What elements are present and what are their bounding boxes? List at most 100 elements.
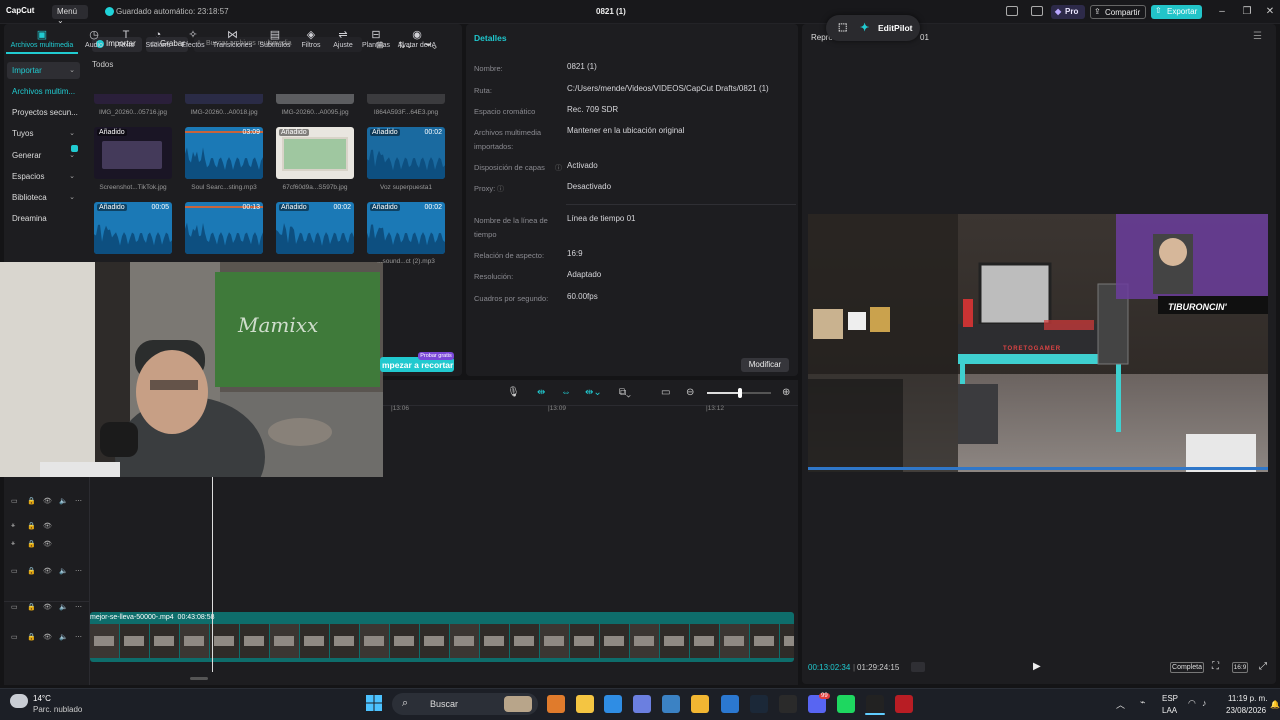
network-icon[interactable]: ⌁ <box>1140 697 1145 708</box>
zoom-in-icon[interactable]: ⊕ <box>782 387 790 398</box>
eye-icon[interactable]: 👁 <box>43 522 52 530</box>
steam-icon[interactable] <box>750 695 768 713</box>
outlook-icon[interactable] <box>691 695 709 713</box>
chrome-icon[interactable] <box>721 695 739 713</box>
microphone-icon[interactable]: 🎙 <box>507 387 520 398</box>
more-icon[interactable]: ⋯ <box>75 633 82 641</box>
media-thumb[interactable]: 03:09 <box>185 127 263 179</box>
info-icon[interactable]: ⓘ <box>555 163 562 173</box>
speaker-icon[interactable]: 🔈 <box>59 567 68 575</box>
sidebar-item-2[interactable]: Proyectos secun... <box>7 104 80 121</box>
zoom-out-icon[interactable]: ⊖ <box>686 387 694 398</box>
sidebar-item-6[interactable]: Biblioteca ⌄ <box>7 189 80 206</box>
input-language[interactable]: ESP <box>1162 694 1178 703</box>
media-thumb[interactable]: Añadido 00:05 <box>94 202 172 254</box>
media-thumb[interactable]: Añadido <box>94 127 172 179</box>
edge-icon[interactable] <box>633 695 651 713</box>
aspect-ratio-button[interactable]: 16:9 <box>1232 662 1248 673</box>
menu-button[interactable]: Menú ⌄ <box>52 5 88 25</box>
task-view-icon[interactable] <box>547 695 565 713</box>
tool-avatar[interactable]: ◉ Avatar de IA <box>394 28 440 54</box>
tool-audio[interactable]: ◷ Audio <box>78 28 110 54</box>
media-thumb[interactable]: Añadido 00:02 <box>276 202 354 254</box>
share-button[interactable]: ⇪ Compartir <box>1090 5 1146 19</box>
tool-text[interactable]: T Texto <box>112 28 140 54</box>
speaker-icon[interactable]: 🔈 <box>59 497 68 505</box>
capcut-app-icon[interactable] <box>779 695 797 713</box>
fullscreen-icon[interactable]: ⤢ <box>1259 661 1267 672</box>
player-menu-icon[interactable]: ☰ <box>1253 31 1262 42</box>
capcut-active-icon[interactable] <box>866 695 884 713</box>
sidebar-item-0[interactable]: Importar ⌄ <box>7 62 80 79</box>
caption-icon[interactable]: ▭ <box>661 387 670 398</box>
layout-icon[interactable] <box>1006 6 1018 16</box>
zoom-slider-handle[interactable] <box>738 388 742 398</box>
eye-icon[interactable]: 👁 <box>43 603 52 611</box>
info-icon[interactable]: ⓘ <box>497 184 504 194</box>
play-icon[interactable]: ▶ <box>1033 661 1041 672</box>
eye-icon[interactable]: 👁 <box>43 567 52 575</box>
sidebar-item-3[interactable]: Tuyos ⌄ <box>7 125 80 142</box>
media-thumb-partial[interactable] <box>185 94 263 104</box>
lock-icon[interactable]: 🔒 <box>27 522 36 530</box>
media-thumb-partial[interactable] <box>367 94 445 104</box>
copilot-icon[interactable] <box>576 695 594 713</box>
wifi-icon[interactable]: ◠ <box>1188 698 1196 709</box>
sidebar-item-1[interactable]: Archivos multim... <box>7 83 80 100</box>
spotify-icon[interactable] <box>837 695 855 713</box>
taskbar-search[interactable]: ⌕ Buscar <box>392 693 538 715</box>
minimize-icon[interactable]: – <box>1215 5 1229 19</box>
lock-icon[interactable]: 🔒 <box>27 603 36 611</box>
quality-button[interactable]: Completa <box>1170 662 1204 673</box>
shortcuts-icon[interactable] <box>1031 6 1043 16</box>
media-thumb-partial[interactable] <box>94 94 172 104</box>
tool-transitions[interactable]: ⋈ Transiciones <box>210 28 255 54</box>
start-icon[interactable] <box>366 695 382 711</box>
tool-adjust[interactable]: ⇌ Ajuste <box>328 28 358 54</box>
export-button[interactable]: ⇧ Exportar <box>1151 5 1202 19</box>
media-thumb[interactable]: 00:13 <box>185 202 263 254</box>
lock-icon[interactable]: 🔒 <box>27 633 36 641</box>
playhead[interactable] <box>212 477 213 672</box>
split-icon[interactable]: ⧉⌄ <box>619 387 631 398</box>
tool-templates[interactable]: ⊟ Plantillas <box>358 28 394 54</box>
crop-icon[interactable]: ⛶ <box>1212 661 1219 672</box>
sidebar-item-5[interactable]: Espacios ⌄ <box>7 168 80 185</box>
video-preview[interactable]: TIBURONCIN' TORETOGAMER <box>808 214 1268 472</box>
file-explorer-icon[interactable] <box>604 695 622 713</box>
clock-date[interactable]: 23/08/2026 <box>1226 706 1266 715</box>
media-thumb-partial[interactable] <box>276 94 354 104</box>
clock-time[interactable]: 11:19 p. m. <box>1228 694 1267 703</box>
more-icon[interactable]: ⋯ <box>75 567 82 575</box>
store-icon[interactable] <box>662 695 680 713</box>
tool-effects[interactable]: ✧ Efectos <box>176 28 210 54</box>
input-layout[interactable]: LAA <box>1162 706 1177 715</box>
tool-subtitles[interactable]: ▤ Subtítulos <box>255 28 295 54</box>
magnet-icon[interactable]: ⇔ <box>561 387 571 398</box>
more-icon[interactable]: ⋯ <box>75 603 82 611</box>
eye-icon[interactable]: 👁 <box>43 633 52 641</box>
tool-folder[interactable]: ▣ Archivos multimedia <box>6 28 78 54</box>
snap-icon[interactable]: ⇹⌄ <box>585 387 602 398</box>
pro-button[interactable]: ◆ Pro <box>1051 5 1085 19</box>
media-thumb[interactable]: Añadido 00:02 <box>367 202 445 254</box>
speaker-icon[interactable]: 🔈 <box>59 603 68 611</box>
sidebar-item-4[interactable]: Generar ⌄ <box>7 145 80 164</box>
link-icon[interactable]: ⇹ <box>537 387 545 398</box>
tray-chevron-icon[interactable]: ︿ <box>1116 698 1125 711</box>
timeline-scrollbar[interactable] <box>190 677 208 680</box>
maximize-icon[interactable]: ❐ <box>1240 5 1254 19</box>
lock-icon[interactable]: 🔒 <box>27 540 36 548</box>
notification-icon[interactable]: 🔔 <box>1270 700 1280 709</box>
modify-button[interactable]: Modificar <box>741 358 789 372</box>
speaker-icon[interactable]: 🔈 <box>59 633 68 641</box>
tool-filters[interactable]: ◈ Filtros <box>296 28 326 54</box>
lock-icon[interactable]: 🔒 <box>27 497 36 505</box>
app-icon[interactable] <box>895 695 913 713</box>
more-icon[interactable]: ⋯ <box>75 497 82 505</box>
timecode-icon[interactable] <box>911 662 925 672</box>
media-thumb[interactable]: Añadido 00:02 <box>367 127 445 179</box>
lock-icon[interactable]: 🔒 <box>27 567 36 575</box>
eye-icon[interactable]: 👁 <box>43 540 52 548</box>
tool-sticker[interactable]: ◔ Stickers <box>140 28 176 54</box>
